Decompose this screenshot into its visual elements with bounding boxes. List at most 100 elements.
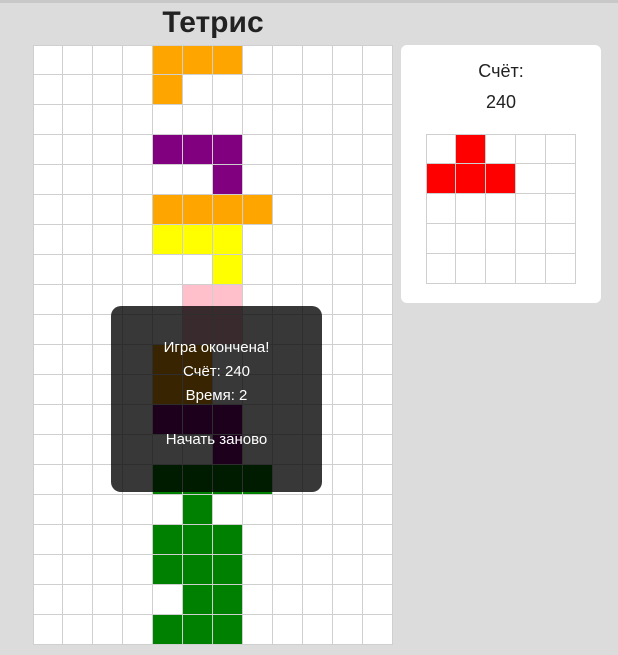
board-cell xyxy=(63,315,93,345)
board-block xyxy=(183,555,213,585)
board-block xyxy=(213,555,243,585)
board-block xyxy=(213,615,243,645)
board-cell xyxy=(63,465,93,495)
board-block xyxy=(183,135,213,165)
board-cell xyxy=(333,585,363,615)
board-cell xyxy=(273,495,303,525)
board-cell xyxy=(363,495,393,525)
preview-cell xyxy=(486,194,516,224)
board-cell xyxy=(63,495,93,525)
board-cell xyxy=(123,255,153,285)
score-value: 240 xyxy=(485,92,517,112)
board-cell xyxy=(333,435,363,465)
board-cell xyxy=(33,315,63,345)
preview-cell xyxy=(546,134,576,164)
board-cell xyxy=(93,195,123,225)
board-cell xyxy=(333,495,363,525)
board-cell xyxy=(363,345,393,375)
board-cell xyxy=(243,75,273,105)
board-cell xyxy=(153,255,183,285)
board-cell xyxy=(183,75,213,105)
board-cell xyxy=(93,615,123,645)
board-cell xyxy=(33,165,63,195)
board-cell xyxy=(363,465,393,495)
board-cell xyxy=(63,195,93,225)
elapsed-time: Время: 2 xyxy=(185,387,248,404)
board-cell xyxy=(333,285,363,315)
board-cell xyxy=(243,555,273,585)
board-cell xyxy=(363,375,393,405)
board-cell xyxy=(243,225,273,255)
board-cell xyxy=(363,75,393,105)
board-block xyxy=(153,195,183,225)
board-cell xyxy=(33,195,63,225)
board-cell xyxy=(363,195,393,225)
board-cell xyxy=(123,555,153,585)
board-cell xyxy=(93,45,123,75)
preview-cell xyxy=(546,194,576,224)
board-cell xyxy=(363,135,393,165)
board-cell xyxy=(33,345,63,375)
board-cell xyxy=(93,525,123,555)
board-cell xyxy=(93,585,123,615)
board-cell xyxy=(243,525,273,555)
board-cell xyxy=(123,135,153,165)
board-cell xyxy=(303,615,333,645)
preview-cell xyxy=(546,164,576,194)
board-cell xyxy=(123,525,153,555)
board-cell xyxy=(333,45,363,75)
board-cell xyxy=(63,375,93,405)
board-cell xyxy=(363,315,393,345)
board-cell xyxy=(363,255,393,285)
board-cell xyxy=(93,255,123,285)
preview-cell xyxy=(456,194,486,224)
board-cell xyxy=(33,105,63,135)
board-cell xyxy=(123,585,153,615)
board-cell xyxy=(63,285,93,315)
preview-cell xyxy=(456,224,486,254)
board-cell xyxy=(123,195,153,225)
board-cell xyxy=(63,615,93,645)
board-cell xyxy=(123,615,153,645)
board-cell xyxy=(243,495,273,525)
board-cell xyxy=(303,225,333,255)
board-block xyxy=(213,45,243,75)
board-cell xyxy=(273,525,303,555)
preview-cell xyxy=(426,194,456,224)
preview-block xyxy=(456,164,486,194)
restart-button[interactable]: Начать заново xyxy=(111,430,322,450)
board-cell xyxy=(33,75,63,105)
board-cell xyxy=(63,435,93,465)
board-cell xyxy=(303,105,333,135)
board-cell xyxy=(123,75,153,105)
board-block xyxy=(183,225,213,255)
board-cell xyxy=(123,495,153,525)
board-block xyxy=(183,495,213,525)
board-cell xyxy=(333,615,363,645)
board-cell xyxy=(273,45,303,75)
board-block xyxy=(183,585,213,615)
board-cell xyxy=(93,555,123,585)
board-block xyxy=(153,135,183,165)
board-cell xyxy=(33,285,63,315)
preview-cell xyxy=(516,194,546,224)
board-block xyxy=(213,195,243,225)
board-cell xyxy=(33,405,63,435)
game-over-title: Игра окончена! xyxy=(163,339,270,356)
board-block xyxy=(213,135,243,165)
board-cell xyxy=(303,585,333,615)
board-cell xyxy=(33,465,63,495)
next-piece-preview xyxy=(426,134,576,284)
board-cell xyxy=(63,165,93,195)
preview-cell xyxy=(546,224,576,254)
board-cell xyxy=(333,165,363,195)
board-cell xyxy=(273,105,303,135)
board-cell xyxy=(33,135,63,165)
board-cell xyxy=(333,135,363,165)
board-cell xyxy=(213,495,243,525)
board-cell xyxy=(333,75,363,105)
preview-block xyxy=(456,134,486,164)
board-cell xyxy=(303,495,333,525)
preview-cell xyxy=(516,254,546,284)
board-cell xyxy=(63,345,93,375)
